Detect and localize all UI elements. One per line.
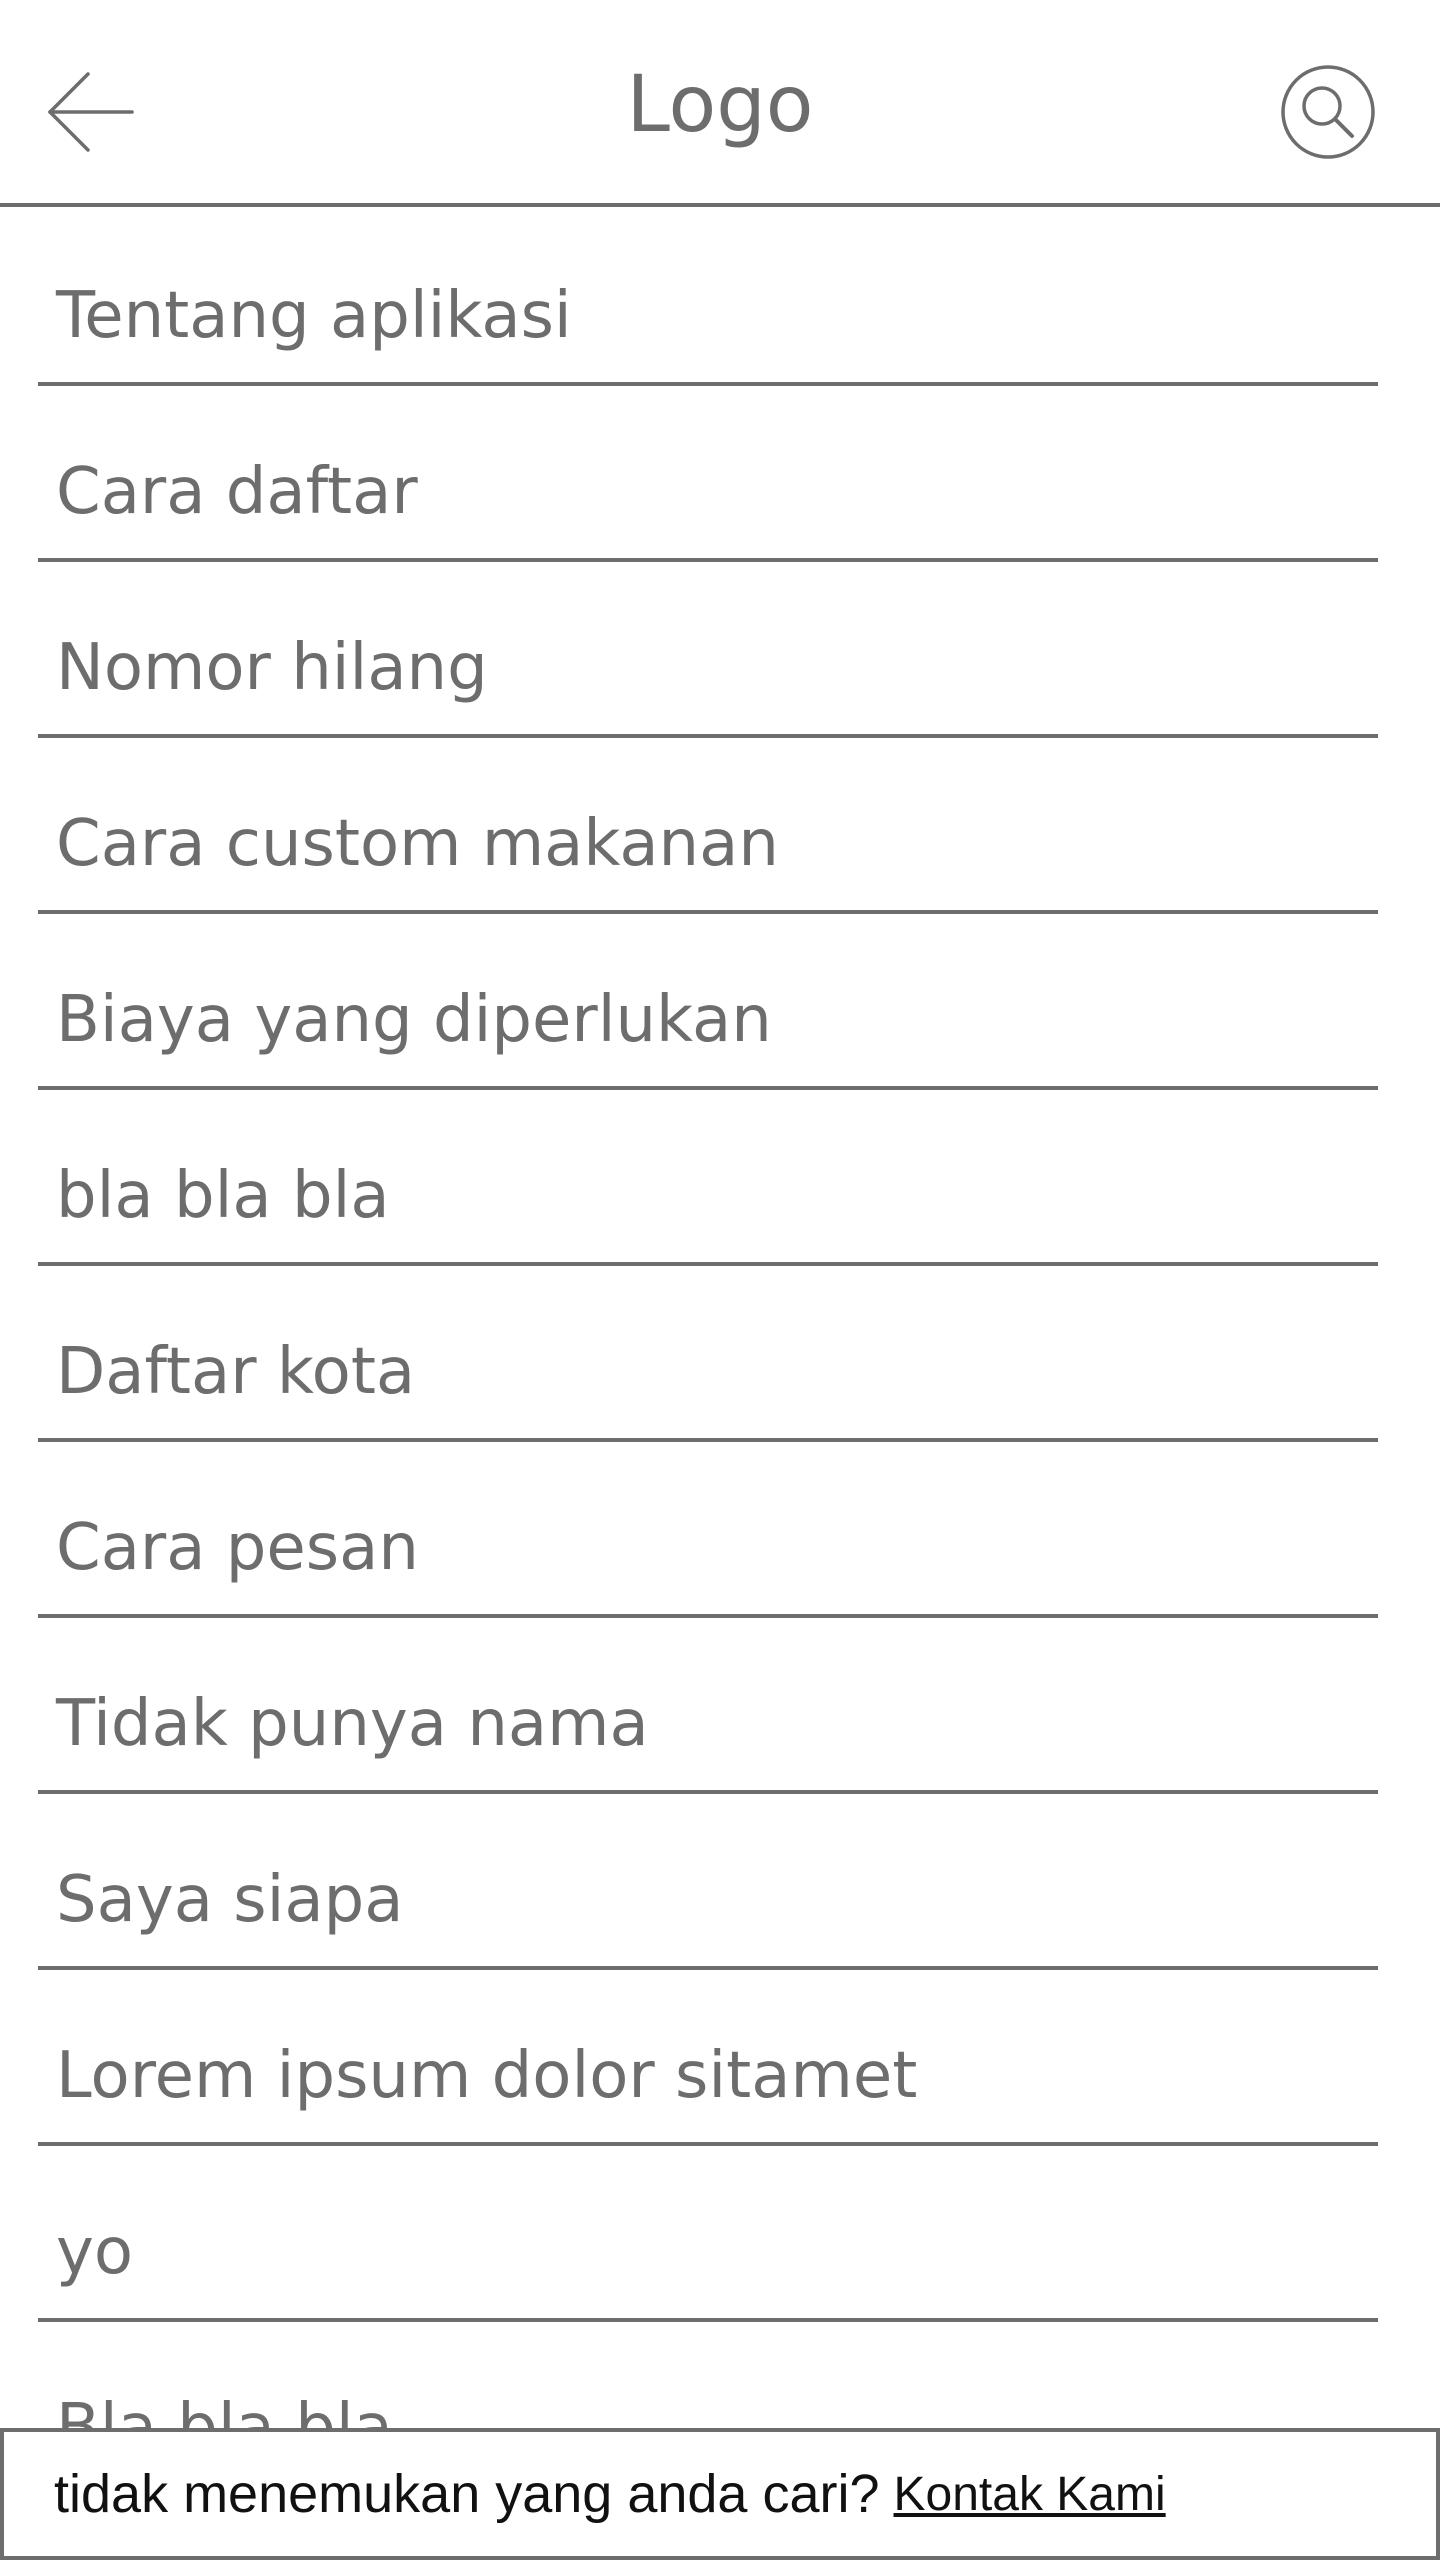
faq-item-biaya-yang-diperlukan[interactable]: Biaya yang diperlukan <box>0 914 1440 1090</box>
search-button[interactable] <box>1280 64 1376 160</box>
app-logo: Logo <box>626 60 814 150</box>
faq-item-label: Saya siapa <box>56 1863 404 1937</box>
help-screen: Logo Tentang aplikasi Cara daftar Nomor … <box>0 0 1440 2560</box>
faq-item-daftar-kota[interactable]: Daftar kota <box>0 1266 1440 1442</box>
app-header: Logo <box>0 0 1440 207</box>
contact-banner: tidak menemukan yang anda cari? Kontak K… <box>0 2428 1440 2560</box>
faq-item-tidak-punya-nama[interactable]: Tidak punya nama <box>0 1618 1440 1794</box>
faq-item-label: Cara pesan <box>56 1511 419 1585</box>
faq-item-nomor-hilang[interactable]: Nomor hilang <box>0 562 1440 738</box>
faq-item-cara-pesan[interactable]: Cara pesan <box>0 1442 1440 1618</box>
faq-item-label: bla bla bla <box>56 1159 390 1233</box>
faq-item-label: Nomor hilang <box>56 631 488 705</box>
faq-item-yo[interactable]: yo <box>0 2146 1440 2322</box>
faq-item-label: Daftar kota <box>56 1335 416 1409</box>
faq-item-label: Cara custom makanan <box>56 807 779 881</box>
faq-item-cara-custom-makanan[interactable]: Cara custom makanan <box>0 738 1440 914</box>
faq-item-label: Lorem ipsum dolor sitamet <box>56 2039 918 2113</box>
faq-item-label: Biaya yang diperlukan <box>56 983 772 1057</box>
faq-item-tentang-aplikasi[interactable]: Tentang aplikasi <box>0 210 1440 386</box>
search-icon <box>1281 65 1375 159</box>
faq-item-label: Tentang aplikasi <box>56 279 572 353</box>
faq-item-saya-siapa[interactable]: Saya siapa <box>0 1794 1440 1970</box>
contact-us-link[interactable]: Kontak Kami <box>894 2467 1166 2522</box>
faq-item-label: Cara daftar <box>56 455 418 529</box>
faq-item-bla-bla-bla[interactable]: bla bla bla <box>0 1090 1440 1266</box>
faq-list: Tentang aplikasi Cara daftar Nomor hilan… <box>0 210 1440 2498</box>
faq-item-label: yo <box>56 2215 134 2289</box>
faq-item-label: Tidak punya nama <box>56 1687 649 1761</box>
faq-item-lorem-ipsum[interactable]: Lorem ipsum dolor sitamet <box>0 1970 1440 2146</box>
faq-item-cara-daftar[interactable]: Cara daftar <box>0 386 1440 562</box>
contact-prompt: tidak menemukan yang anda cari? <box>54 2464 880 2524</box>
